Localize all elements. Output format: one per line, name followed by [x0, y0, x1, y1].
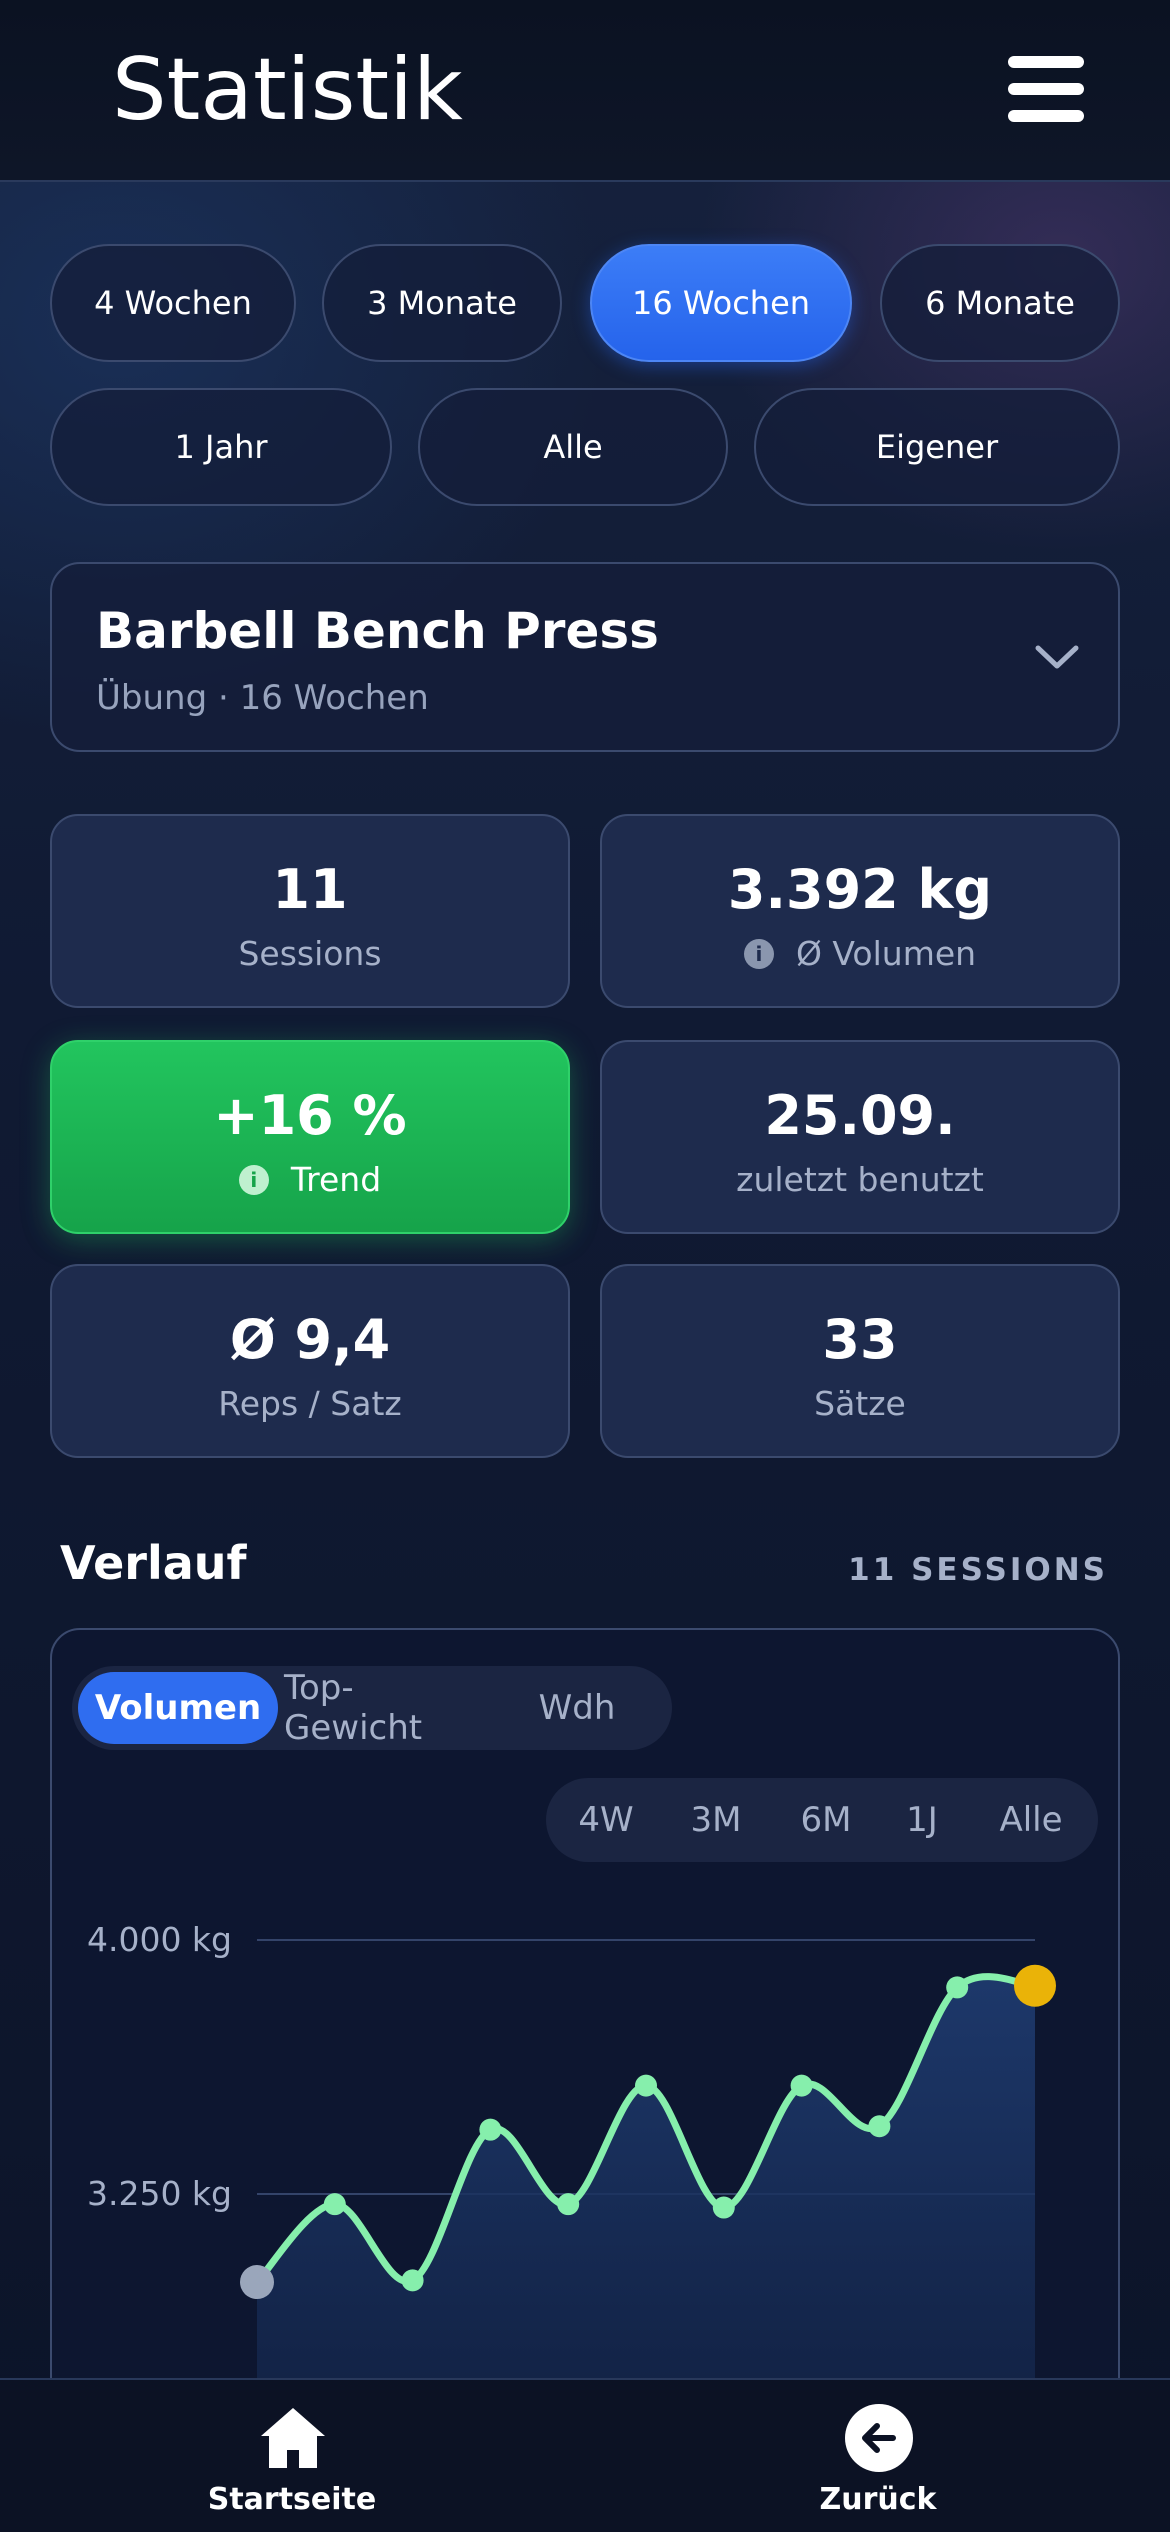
hamburger-menu-icon[interactable]: [1000, 50, 1088, 128]
nav-startseite[interactable]: Startseite: [142, 2380, 442, 2532]
data-point[interactable]: [635, 2074, 657, 2097]
stat-card-sets: 33 Sätze: [600, 1264, 1120, 1458]
history-session-count: 11 SESSIONS: [848, 1552, 1108, 1588]
data-point[interactable]: [1014, 1964, 1056, 2007]
stat-card-volume: 3.392 kg i Ø Volumen: [600, 814, 1120, 1008]
stat-value: +16 %: [213, 1084, 407, 1147]
data-point[interactable]: [240, 2265, 274, 2300]
stat-value: Ø 9,4: [229, 1308, 391, 1371]
range-chip-3-monate[interactable]: 3 Monate: [322, 244, 562, 362]
stat-label: Ø Volumen: [795, 934, 977, 973]
home-icon: [261, 2408, 325, 2468]
stat-label: zuletzt benutzt: [736, 1160, 984, 1199]
info-icon[interactable]: i: [238, 1164, 269, 1195]
data-point[interactable]: [712, 2196, 735, 2219]
stat-label: Reps / Satz: [218, 1384, 402, 1423]
stat-card-sessions: 11 Sessions: [50, 814, 570, 1008]
data-point[interactable]: [401, 2269, 424, 2292]
nav-zurueck[interactable]: Zurück: [728, 2380, 1028, 2532]
exercise-selector[interactable]: Barbell Bench Press Übung · 16 Wochen: [50, 562, 1120, 752]
chevron-down-icon: [1035, 645, 1079, 669]
bottom-navigation: Startseite Zurück: [0, 2378, 1170, 2532]
stat-label: Trend: [290, 1160, 382, 1199]
stat-label: Sätze: [814, 1384, 906, 1423]
exercise-subtitle: Übung · 16 Wochen: [96, 678, 429, 718]
range-chip-1-jahr[interactable]: 1 Jahr: [50, 388, 392, 506]
nav-label: Startseite: [207, 2482, 377, 2517]
range-chip-alle[interactable]: Alle: [418, 388, 728, 506]
data-point[interactable]: [557, 2193, 580, 2216]
back-arrow-icon: [845, 2404, 913, 2472]
stat-card-trend: +16 % i Trend: [50, 1040, 570, 1234]
data-point[interactable]: [868, 2115, 891, 2138]
stat-value: 33: [822, 1308, 898, 1371]
range-chip-16-wochen[interactable]: 16 Wochen: [590, 244, 852, 362]
exercise-name: Barbell Bench Press: [96, 602, 659, 660]
nav-label: Zurück: [819, 2482, 937, 2517]
stat-value: 3.392 kg: [727, 858, 993, 921]
stat-card-last-used: 25.09. zuletzt benutzt: [600, 1040, 1120, 1234]
history-title: Verlauf: [60, 1536, 247, 1590]
stat-value: 25.09.: [764, 1084, 956, 1147]
data-point[interactable]: [790, 2074, 813, 2097]
range-chip-6-monate[interactable]: 6 Monate: [880, 244, 1120, 362]
data-point[interactable]: [479, 2118, 502, 2141]
data-point[interactable]: [946, 1976, 969, 1999]
info-icon[interactable]: i: [743, 938, 774, 969]
y-tick-label: 3.250 kg: [87, 2174, 232, 2213]
stat-label: Sessions: [238, 934, 382, 973]
stat-value: 11: [272, 858, 348, 921]
range-chip-eigener[interactable]: Eigener: [754, 388, 1120, 506]
page-title: Statistik: [112, 40, 463, 140]
top-bar: Statistik: [0, 0, 1170, 182]
y-tick-label: 4.000 kg: [87, 1920, 232, 1959]
stat-card-reps-per-set: Ø 9,4 Reps / Satz: [50, 1264, 570, 1458]
range-chip-4-wochen[interactable]: 4 Wochen: [50, 244, 296, 362]
data-point[interactable]: [323, 2193, 346, 2216]
